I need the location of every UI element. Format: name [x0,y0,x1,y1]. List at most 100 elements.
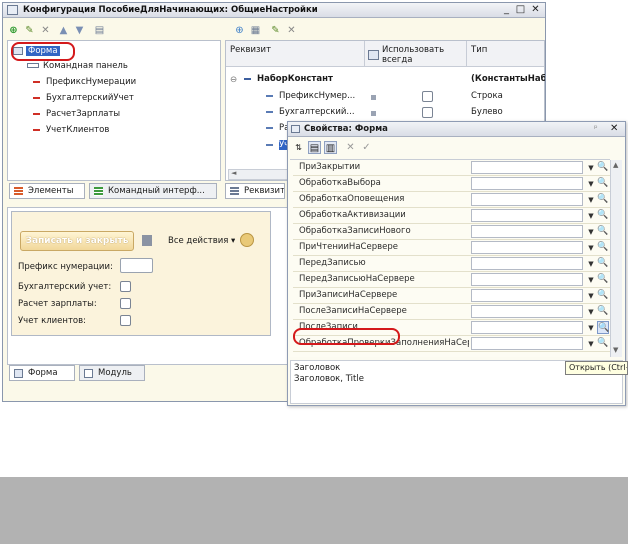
chevron-down-icon[interactable]: ▼ [586,194,596,206]
tab-command-interface[interactable]: Командный интерф... [89,183,217,199]
search-icon[interactable]: 🔍 [597,193,609,206]
col-rekvizit[interactable]: Реквизит [230,45,271,55]
prop-value-input[interactable] [471,305,583,318]
chevron-down-icon[interactable]: ▼ [586,258,596,270]
chevron-down-icon[interactable]: ▼ [586,306,596,318]
check-icon[interactable]: ✓ [360,141,373,154]
filter-icon[interactable]: ▥ [324,141,337,154]
grid-row-clients[interactable]: Уч [266,140,290,150]
prop-row[interactable]: ПриЗакрытии ▼ 🔍 [293,160,610,176]
search-icon[interactable]: 🔍 [597,273,609,286]
prop-value-input[interactable] [471,241,583,254]
prop-row[interactable]: ПриЧтенииНаСервере ▼ 🔍 [293,240,610,256]
tab-module[interactable]: Модуль [79,365,145,381]
edit-pencil-icon[interactable]: ✎ [23,24,36,37]
edit-attribute-icon[interactable]: ✎ [269,24,282,37]
close-button[interactable]: ✕ [529,4,542,16]
use-always-checkbox[interactable] [422,107,433,118]
tree-item-command-panel[interactable]: Командная панель [27,59,128,74]
prop-row[interactable]: ОбработкаОповещения ▼ 🔍 [293,192,610,208]
col-use-always[interactable]: Использовать всегда [382,45,462,65]
save-and-close-button[interactable]: Записать и закрыть [20,231,134,251]
prefix-input[interactable] [120,258,153,273]
delete-attribute-icon[interactable]: ✕ [285,24,298,37]
tab-form[interactable]: Форма [9,365,75,381]
properties-titlebar[interactable]: Свойства: Форма ᵖ ✕ [288,122,625,137]
prop-value-input[interactable] [471,225,583,238]
tree-item-accounting[interactable]: БухгалтерскийУчет [33,91,134,106]
prop-row[interactable]: ОбработкаАктивизации ▼ 🔍 [293,208,610,224]
properties-close-button[interactable]: ✕ [610,123,618,134]
prop-value-input[interactable] [471,193,583,206]
help-icon[interactable] [240,233,254,247]
delete-icon[interactable]: ✕ [39,24,52,37]
chevron-down-icon[interactable]: ▼ [586,178,596,190]
prop-row[interactable]: ПриЗаписиНаСервере ▼ 🔍 [293,288,610,304]
payroll-checkbox[interactable] [120,298,131,309]
search-icon[interactable]: 🔍 [597,305,609,318]
search-icon[interactable]: 🔍 [597,177,609,190]
all-actions-menu[interactable]: Все действия ▾ [168,236,235,246]
clear-icon[interactable]: ✕ [344,141,357,154]
move-up-icon[interactable]: ▲ [57,24,70,37]
tab-rekvizit[interactable]: Реквизит [225,183,285,199]
window-titlebar[interactable]: Конфигурация ПособиеДляНачинающих: Общие… [3,3,545,18]
prop-value-input[interactable] [471,289,583,302]
col-type[interactable]: Тип [471,45,487,55]
clients-checkbox[interactable] [120,315,131,326]
prop-value-input[interactable] [471,273,583,286]
chevron-down-icon[interactable]: ▼ [586,274,596,286]
window-title: Конфигурация ПособиеДляНачинающих: Общие… [23,5,318,15]
properties-vscroll[interactable]: ▲ ▼ [610,160,622,357]
accounting-checkbox[interactable] [120,281,131,292]
pin-icon[interactable]: ᵖ [594,124,598,134]
minimize-button[interactable]: _ [500,4,513,16]
move-down-icon[interactable]: ▼ [73,24,86,37]
chevron-down-icon[interactable]: ▼ [586,322,596,334]
tree-item-payroll[interactable]: РасчетЗарплаты [33,107,120,122]
prop-row[interactable]: ПослеЗаписиНаСервере ▼ 🔍 [293,304,610,320]
grid-row-accounting[interactable]: Бухгалтерский... [266,107,355,117]
chevron-down-icon[interactable]: ▼ [586,242,596,254]
categories-icon[interactable]: ▤ [308,141,321,154]
search-icon[interactable]: 🔍 [597,241,609,254]
sort-alpha-icon[interactable]: ⇅ [292,141,305,154]
search-icon[interactable]: 🔍 [597,209,609,222]
grid-row-payroll[interactable]: Ра [266,123,289,133]
properties-icon[interactable]: ▤ [93,24,106,37]
chevron-down-icon[interactable]: ▼ [586,210,596,222]
search-icon[interactable]: 🔍 [597,225,609,238]
prop-value-input[interactable] [471,257,583,270]
prop-value-input[interactable] [471,337,583,350]
search-icon[interactable]: 🔍 [597,257,609,270]
search-icon[interactable]: 🔍 [597,337,609,350]
prop-row[interactable]: ПередЗаписьюНаСервере ▼ 🔍 [293,272,610,288]
save-icon[interactable] [142,235,152,246]
prop-value-input[interactable] [471,209,583,222]
grid-row-prefix[interactable]: ПрефиксНумер... [266,91,355,101]
chevron-down-icon[interactable]: ▼ [586,162,596,174]
add-attribute-icon[interactable]: ⊕ [233,24,246,37]
prop-value-input[interactable] [471,321,583,334]
search-icon[interactable]: 🔍 [597,321,609,334]
attribute-list-icon[interactable]: ▦ [249,24,262,37]
prop-row[interactable]: ОбработкаЗаписиНового ▼ 🔍 [293,224,610,240]
search-icon[interactable]: 🔍 [597,161,609,174]
group-row[interactable]: НаборКонстант [244,74,333,84]
add-element-icon[interactable]: ⊕ [7,24,20,37]
grid-hscroll[interactable]: ◄ [228,169,288,180]
search-icon[interactable]: 🔍 [597,289,609,302]
prop-row[interactable]: ОбработкаВыбора ▼ 🔍 [293,176,610,192]
properties-toolbar: ⇅ ▤ ▥ ✕ ✓ [292,140,412,156]
prop-value-input[interactable] [471,177,583,190]
use-always-checkbox[interactable] [422,91,433,102]
tree-item-prefix[interactable]: ПрефиксНумерации [33,75,136,90]
chevron-down-icon[interactable]: ▼ [586,226,596,238]
tree-item-clients[interactable]: УчетКлиентов [33,123,109,138]
tab-elements[interactable]: Элементы [9,183,85,199]
chevron-down-icon[interactable]: ▼ [586,290,596,302]
maximize-button[interactable]: □ [514,4,527,16]
chevron-down-icon[interactable]: ▼ [586,338,596,350]
prop-row[interactable]: ПередЗаписью ▼ 🔍 [293,256,610,272]
prop-value-input[interactable] [471,161,583,174]
